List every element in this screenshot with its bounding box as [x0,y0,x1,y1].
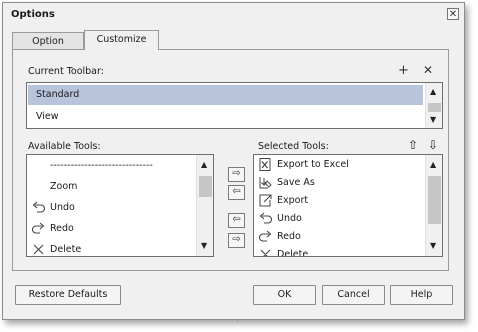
scroll-up-arrow-icon[interactable]: ▲ [201,161,207,169]
redo-icon [31,222,45,234]
help-button[interactable]: Help [390,285,453,305]
undo-icon [32,201,46,213]
available-tools-label: Available Tools: [28,141,101,152]
list-item-label: Zoom [50,181,78,192]
add-all-tools-button[interactable]: ⇨ [228,233,245,248]
move-up-button[interactable]: ⇧ [408,138,418,152]
list-item[interactable]: Redo [27,219,213,239]
remove-tool-button[interactable]: ⇦ [228,185,245,200]
list-item-label: Delete [50,244,82,255]
list-item-label: Export [277,195,309,206]
scroll-down-arrow-icon[interactable]: ▼ [201,242,207,250]
list-item[interactable]: Export to Excel [254,155,442,175]
list-item[interactable]: ------------------------------ [27,156,213,176]
toolbar-item-standard[interactable]: Standard [28,85,423,105]
add-tool-button[interactable]: ⇨ [228,167,245,182]
export-icon [259,194,272,207]
cancel-button[interactable]: Cancel [322,285,385,305]
save-as-icon [259,177,272,189]
list-item[interactable]: Redo [254,227,442,247]
list-item[interactable]: Zoom [27,177,213,197]
dialog-title: Options [11,9,55,20]
current-toolbar-label: Current Toolbar: [28,66,104,77]
close-button[interactable]: ✕ [447,8,459,20]
list-item-label: ------------------------------ [50,160,153,171]
delete-icon [33,244,44,255]
list-item-label: Delete [277,249,309,257]
tab-option[interactable]: Option [12,32,84,49]
tab-customize[interactable]: Customize [84,30,159,50]
scroll-up-arrow-icon[interactable]: ▲ [430,161,436,169]
list-item-label: Redo [277,231,301,242]
list-item-label: Save As [277,177,315,188]
selected-tools-scrollbar[interactable]: ▲ ▼ [425,155,442,256]
selected-tools-label: Selected Tools: [258,141,329,152]
list-item-label: Undo [50,202,75,213]
list-item[interactable]: Undo [254,209,442,229]
list-item[interactable]: Delete [254,245,442,257]
selected-tools-list[interactable]: Export to Excel Save As Export Undo Redo [253,154,443,257]
scroll-thumb[interactable] [199,176,212,197]
list-item-label: Redo [50,223,74,234]
redo-icon [258,230,272,242]
list-item[interactable]: Save As [254,173,442,193]
title-bar: Options ✕ [3,3,464,27]
list-item[interactable]: Undo [27,198,213,218]
available-tools-scrollbar[interactable]: ▲ ▼ [196,155,213,256]
excel-icon [259,158,271,171]
ok-button[interactable]: OK [253,285,316,305]
toolbar-item-view[interactable]: View [28,107,423,127]
remove-toolbar-button[interactable]: ✕ [423,63,433,77]
remove-all-tools-button[interactable]: ⇦ [228,213,245,228]
undo-icon [259,212,273,224]
scroll-thumb[interactable] [428,103,441,112]
add-toolbar-button[interactable]: + [398,63,409,78]
restore-defaults-button[interactable]: Restore Defaults [15,285,121,305]
delete-icon [260,249,271,256]
scroll-up-arrow-icon[interactable]: ▲ [430,88,436,96]
scroll-down-arrow-icon[interactable]: ▼ [430,242,436,250]
toolbar-scrollbar[interactable]: ▲ ▼ [425,83,442,128]
list-item[interactable]: Export [254,191,442,211]
scroll-down-arrow-icon[interactable]: ▼ [430,116,436,124]
scroll-thumb[interactable] [428,176,441,224]
available-tools-list[interactable]: ------------------------------ Zoom Undo… [26,154,214,257]
list-item-label: Undo [277,213,302,224]
current-toolbar-list[interactable]: Standard View ▲ ▼ [26,82,443,129]
move-down-button[interactable]: ⇩ [428,138,438,152]
list-item-label: Export to Excel [277,159,349,170]
list-item[interactable]: Delete [27,240,213,256]
